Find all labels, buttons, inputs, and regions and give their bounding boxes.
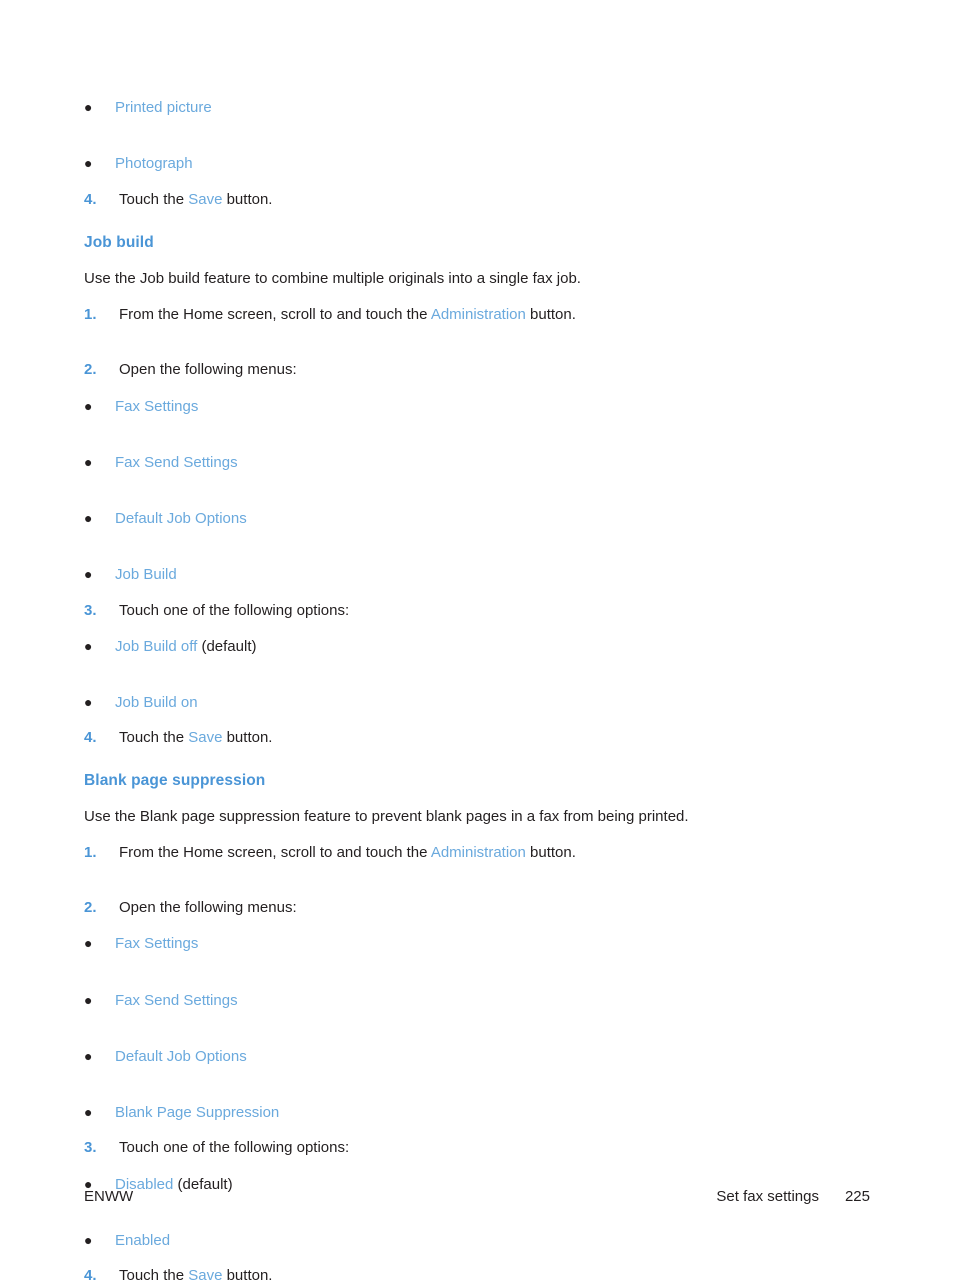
list-item: ● Default Job Options <box>84 509 874 529</box>
bullet-dot-icon: ● <box>84 566 93 583</box>
bullet-dot-icon: ● <box>84 637 93 654</box>
bullet-note: (default) <box>197 637 257 655</box>
list-item: ● Job Build off (default) <box>84 637 874 657</box>
step-text: From the Home screen, scroll to and touc… <box>119 843 874 863</box>
step-text-suffix: button. <box>525 306 576 323</box>
step-item: 3. Touch one of the following options: <box>84 601 874 621</box>
bullet-label: Job Build on <box>115 693 874 713</box>
step-text: Touch the Save button. <box>119 1266 874 1286</box>
step-text-prefix: Touch the <box>119 190 189 208</box>
section-intro: Use the Blank page suppression feature t… <box>84 807 689 825</box>
list-item: ● Fax Send Settings <box>84 453 874 473</box>
list-item: ● Job Build on <box>84 693 874 713</box>
bullet-label: Fax Settings <box>115 397 199 415</box>
step-number: 1. <box>84 306 97 323</box>
step-number: 4. <box>84 729 97 747</box>
step-text: Touch one of the following options: <box>119 601 350 619</box>
list-item: ● Fax Settings <box>84 397 874 417</box>
step-text: Touch the Save button. <box>119 728 874 748</box>
step-item: 1. From the Home screen, scroll to and t… <box>84 843 874 863</box>
page-footer: ENWW Set fax settings 225 <box>84 1188 870 1210</box>
step-item: 4. Touch the Save button. <box>84 1266 874 1286</box>
bullet-label: Job Build off (default) <box>115 637 874 657</box>
section-intro: Use the Job build feature to combine mul… <box>84 269 581 287</box>
list-item: ● Default Job Options <box>84 1047 874 1067</box>
bullet-label: Printed picture <box>115 99 212 116</box>
bullet-dot-icon: ● <box>84 935 93 952</box>
section-heading-job-build: Job build <box>84 233 154 251</box>
footer-page-number: 225 <box>844 1188 870 1205</box>
bullet-label: Enabled <box>115 1231 874 1251</box>
list-item: ● Fax Send Settings <box>84 991 874 1011</box>
bullet-dot-icon: ● <box>84 991 93 1008</box>
footer-right-group: Set fax settings 225 <box>716 1188 870 1205</box>
step-text: Open the following menus: <box>119 899 297 916</box>
bullet-label: Photograph <box>115 155 193 173</box>
bullet-dot-icon: ● <box>84 397 93 414</box>
step-text-prefix: From the Home screen, scroll to and touc… <box>119 843 431 861</box>
step-number: 1. <box>84 843 97 861</box>
step-item: 4. Touch the Save button. <box>84 728 874 748</box>
bullet-label: Fax Send Settings <box>115 453 238 471</box>
step-text-suffix: button. <box>222 190 273 208</box>
page-content: ● Printed picture ● Photograph 4. Touch … <box>84 86 874 1286</box>
list-item: ● Photograph <box>84 154 874 174</box>
footer-chapter-title: Set fax settings <box>716 1188 819 1205</box>
bullet-label: Job Build <box>115 566 177 584</box>
step-item: 2. Open the following menus: <box>84 898 874 918</box>
step-item: 3. Touch one of the following options: <box>84 1138 874 1158</box>
bullet-label: Fax Send Settings <box>115 991 238 1009</box>
bullet-dot-icon: ● <box>84 155 93 172</box>
ui-term: Administration <box>430 843 526 861</box>
bullet-dot-icon: ● <box>84 99 93 115</box>
step-text-suffix: button. <box>222 729 273 747</box>
step-number: 3. <box>84 1139 97 1157</box>
step-text: From the Home screen, scroll to and touc… <box>119 305 874 325</box>
bullet-label: Fax Settings <box>115 935 199 953</box>
ui-term: Administration <box>430 306 526 323</box>
ui-term: Save <box>188 190 223 208</box>
step-number: 4. <box>84 1267 97 1284</box>
bullet-dot-icon: ● <box>84 453 93 470</box>
step-text-prefix: Touch the <box>119 729 189 747</box>
step-number: 2. <box>84 361 97 379</box>
step-text: Touch the Save button. <box>119 190 874 210</box>
bullet-label: Default Job Options <box>115 510 247 527</box>
step-text: Open the following menus: <box>119 361 297 379</box>
step-text-suffix: button. <box>525 843 576 861</box>
step-item: 2. Open the following menus: <box>84 360 874 380</box>
section-heading-blank-page-suppression: Blank page suppression <box>84 771 266 789</box>
bullet-dot-icon: ● <box>84 1231 93 1248</box>
step-item: 4. Touch the Save button. <box>84 190 874 210</box>
step-number: 3. <box>84 601 97 619</box>
bullet-label: Default Job Options <box>115 1047 247 1065</box>
ui-term: Enabled <box>115 1231 171 1249</box>
ui-term: Job Build on <box>115 694 198 711</box>
list-item: ● Printed picture <box>84 98 874 118</box>
ui-term: Job Build off <box>115 637 198 655</box>
list-item: ● Job Build <box>84 565 874 585</box>
step-number: 4. <box>84 190 97 208</box>
list-item: ● Blank Page Suppression <box>84 1103 874 1123</box>
bullet-label: Blank Page Suppression <box>115 1104 280 1121</box>
footer-locale-code: ENWW <box>84 1188 134 1205</box>
bullet-dot-icon: ● <box>84 1104 93 1120</box>
list-item: ● Enabled <box>84 1231 874 1251</box>
list-item: ● Fax Settings <box>84 934 874 954</box>
step-text: Touch one of the following options: <box>119 1139 350 1157</box>
bullet-dot-icon: ● <box>84 1047 93 1064</box>
ui-term: Save <box>188 729 223 747</box>
step-text-prefix: From the Home screen, scroll to and touc… <box>119 306 431 323</box>
step-number: 2. <box>84 899 97 916</box>
document-page: ● Printed picture ● Photograph 4. Touch … <box>0 0 954 1284</box>
step-item: 1. From the Home screen, scroll to and t… <box>84 305 874 325</box>
bullet-dot-icon: ● <box>84 510 93 526</box>
bullet-dot-icon: ● <box>84 694 93 710</box>
